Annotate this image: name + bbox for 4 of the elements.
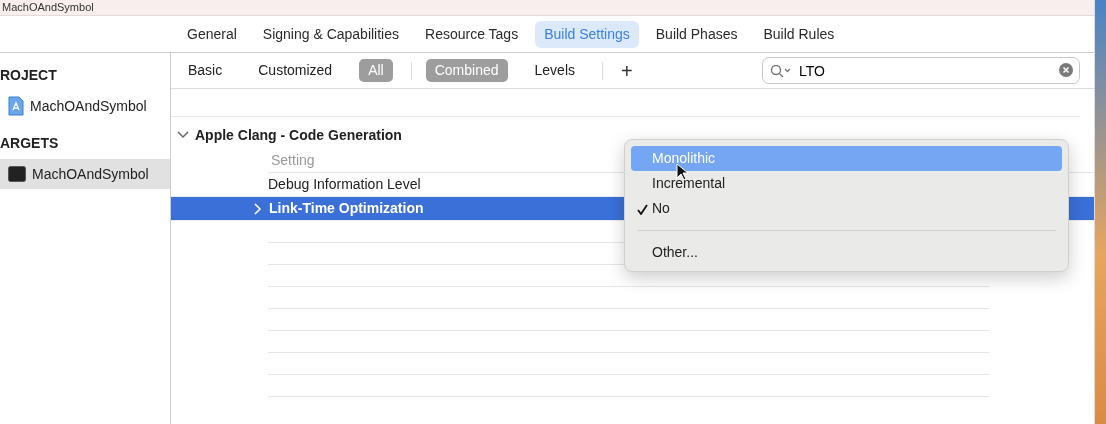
sidebar-section-header: ROJECT bbox=[0, 66, 58, 85]
sidebar-section-header: ARGETS bbox=[0, 134, 60, 153]
group-title: Apple Clang - Code Generation bbox=[195, 125, 402, 145]
window-title: MachOAndSymbol bbox=[0, 0, 1094, 16]
